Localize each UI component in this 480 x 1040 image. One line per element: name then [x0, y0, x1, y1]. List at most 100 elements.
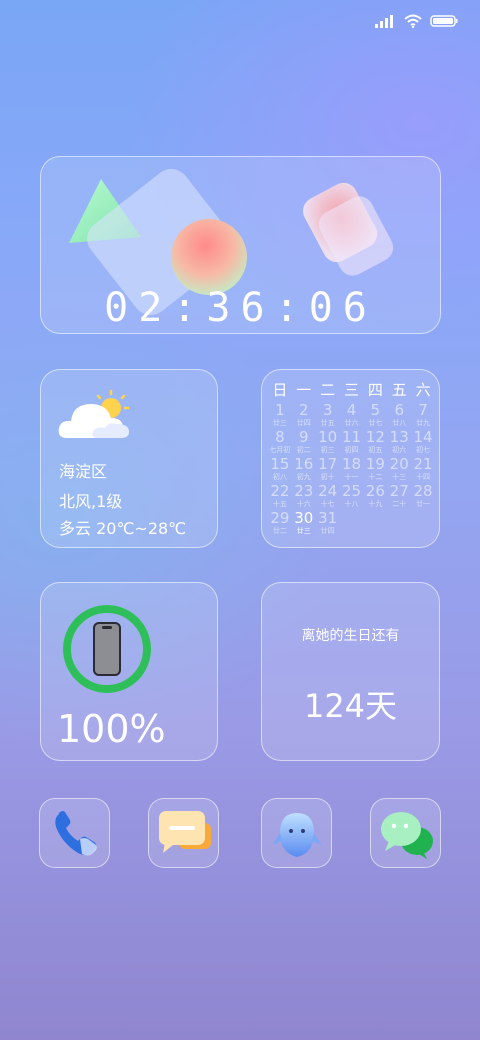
calendar-day[interactable]: 16 初九 [292, 456, 316, 483]
calendar-day[interactable]: 31 廿四 [316, 510, 340, 537]
clock-digit: 2 [138, 285, 173, 331]
calendar-lunar-date: 十二 [368, 473, 383, 481]
status-bar [374, 12, 458, 30]
calendar-day-number: 24 [318, 482, 338, 500]
calendar-day-number: 13 [389, 428, 409, 446]
wechat-app[interactable] [370, 798, 441, 868]
calendar-day[interactable]: 26 十九 [363, 483, 387, 510]
calendar-day-number: 6 [394, 401, 404, 419]
calendar-day[interactable]: 9 初二 [292, 429, 316, 456]
calendar-day-number: 4 [346, 401, 357, 419]
calendar-day[interactable]: 13 初六 [387, 429, 411, 456]
calendar-day-number: 7 [418, 401, 428, 419]
calendar-day[interactable]: 17 初十 [316, 456, 340, 483]
calendar-day[interactable]: 24 十七 [316, 483, 340, 510]
calendar-day-number: 2 [299, 401, 309, 419]
calendar-lunar-date: 十九 [368, 500, 383, 508]
calendar-day[interactable]: 23 十六 [292, 483, 316, 510]
calendar-day-number: 25 [341, 482, 362, 500]
calendar-day-number: 22 [270, 482, 290, 500]
battery-ring [63, 605, 151, 693]
calendar-day[interactable]: 10 初三 [316, 429, 340, 456]
weather-widget[interactable]: 海淀区 北风,1级 多云 20℃~28℃ [40, 369, 218, 548]
assistant-app[interactable] [261, 798, 332, 868]
calendar-day-number: 12 [365, 428, 385, 446]
calendar-weekday: 三 [343, 381, 359, 399]
calendar-day[interactable]: 5 廿七 [363, 402, 387, 429]
calendar-day[interactable]: 1 廿三 [268, 402, 292, 429]
calendar-day[interactable]: 25 十八 [340, 483, 364, 510]
calendar-widget[interactable]: 日一二三四五六 1 廿三 2 廿四 3 廿五 4 廿六 5 廿七 6 廿八 7 廿九 8 七月初 9 初二 10 初三 1… [261, 369, 440, 548]
clock-separator: : [172, 285, 207, 331]
clock-separator: : [274, 285, 309, 331]
calendar-lunar-date: 十七 [320, 500, 335, 508]
calendar-day-number: 9 [299, 428, 309, 446]
calendar-lunar-date: 廿七 [368, 419, 383, 427]
clock-widget[interactable]: 02:36:06 [40, 156, 441, 334]
calendar-day[interactable]: 7 廿九 [411, 402, 435, 429]
countdown-label: 离她的生日还有 [301, 628, 400, 644]
calendar-day[interactable]: 20 十三 [387, 456, 411, 483]
weather-condition: 多云 20℃~28℃ [59, 519, 187, 538]
calendar-day[interactable]: 14 初七 [411, 429, 435, 456]
calendar-lunar-date: 二十 [392, 500, 407, 508]
calendar-lunar-date: 十四 [416, 473, 431, 481]
calendar-day[interactable]: 19 十二 [363, 456, 387, 483]
phone-app[interactable] [39, 798, 110, 868]
calendar-lunar-date: 十五 [272, 500, 287, 508]
calendar-day-number: 1 [275, 401, 285, 419]
calendar-lunar-date: 廿三 [272, 419, 287, 427]
calendar-day[interactable]: 18 十一 [340, 456, 364, 483]
calendar-day[interactable]: 6 廿八 [387, 402, 411, 429]
phone-app-icon [55, 811, 97, 856]
clock-digit: 3 [206, 285, 241, 331]
calendar-day-number: 16 [294, 455, 314, 473]
calendar-day[interactable]: 28 廿一 [411, 483, 435, 510]
calendar-day-number: 21 [413, 455, 433, 473]
calendar-day[interactable]: 12 初五 [363, 429, 387, 456]
calendar-weekday: 五 [391, 381, 407, 399]
calendar-day-number: 17 [318, 455, 338, 473]
calendar-day-number: 26 [365, 482, 385, 500]
calendar-lunar-date: 初三 [320, 446, 335, 454]
calendar-day[interactable]: 3 廿五 [316, 402, 340, 429]
calendar-day[interactable]: 2 廿四 [292, 402, 316, 429]
calendar-day[interactable]: 15 初八 [268, 456, 292, 483]
calendar-day[interactable]: 27 二十 [387, 483, 411, 510]
calendar-day-number: 28 [413, 482, 433, 500]
battery-widget[interactable]: 100% [40, 582, 218, 761]
clock-digit: 0 [308, 285, 343, 331]
calendar-day-number: 30 [294, 509, 314, 527]
calendar-lunar-date: 廿六 [344, 419, 359, 427]
calendar-lunar-date: 初十 [320, 473, 335, 481]
calendar-lunar-date: 十六 [296, 500, 311, 508]
calendar-weekday: 二 [320, 381, 336, 399]
clock-time: 02:36:06 [41, 285, 440, 331]
calendar-day-number: 20 [389, 455, 409, 473]
battery-percentage: 100% [57, 707, 166, 751]
calendar-day[interactable]: 29 廿二 [268, 510, 292, 537]
countdown-widget[interactable]: 离她的生日还有 124天 [261, 582, 440, 761]
calendar-lunar-date: 初九 [296, 473, 311, 481]
calendar-day[interactable]: 8 七月初 [268, 429, 292, 456]
calendar-day[interactable]: 4 廿六 [340, 402, 364, 429]
calendar-day[interactable]: 22 十五 [268, 483, 292, 510]
countdown-value: 124天 [303, 687, 398, 725]
calendar-day-number: 31 [318, 509, 338, 527]
calendar-day-today[interactable]: 30 廿三 [292, 510, 316, 537]
messages-app[interactable] [148, 798, 219, 868]
calendar-day-number: 27 [389, 482, 409, 500]
calendar-day[interactable]: 11 初四 [340, 429, 364, 456]
battery-icon [430, 15, 458, 27]
calendar-lunar-date: 十八 [344, 500, 359, 508]
calendar-lunar-date: 十三 [392, 473, 407, 481]
calendar-lunar-date: 廿五 [320, 419, 335, 427]
calendar-lunar-date: 初五 [368, 446, 383, 454]
calendar-weekday: 日 [272, 381, 288, 399]
calendar-weekday: 六 [415, 381, 431, 399]
messages-app-icon [159, 811, 211, 853]
calendar-lunar-date: 初七 [416, 446, 431, 454]
calendar-lunar-date: 廿三 [296, 527, 311, 535]
calendar-day-number: 15 [270, 455, 290, 473]
calendar-day[interactable]: 21 十四 [411, 456, 435, 483]
